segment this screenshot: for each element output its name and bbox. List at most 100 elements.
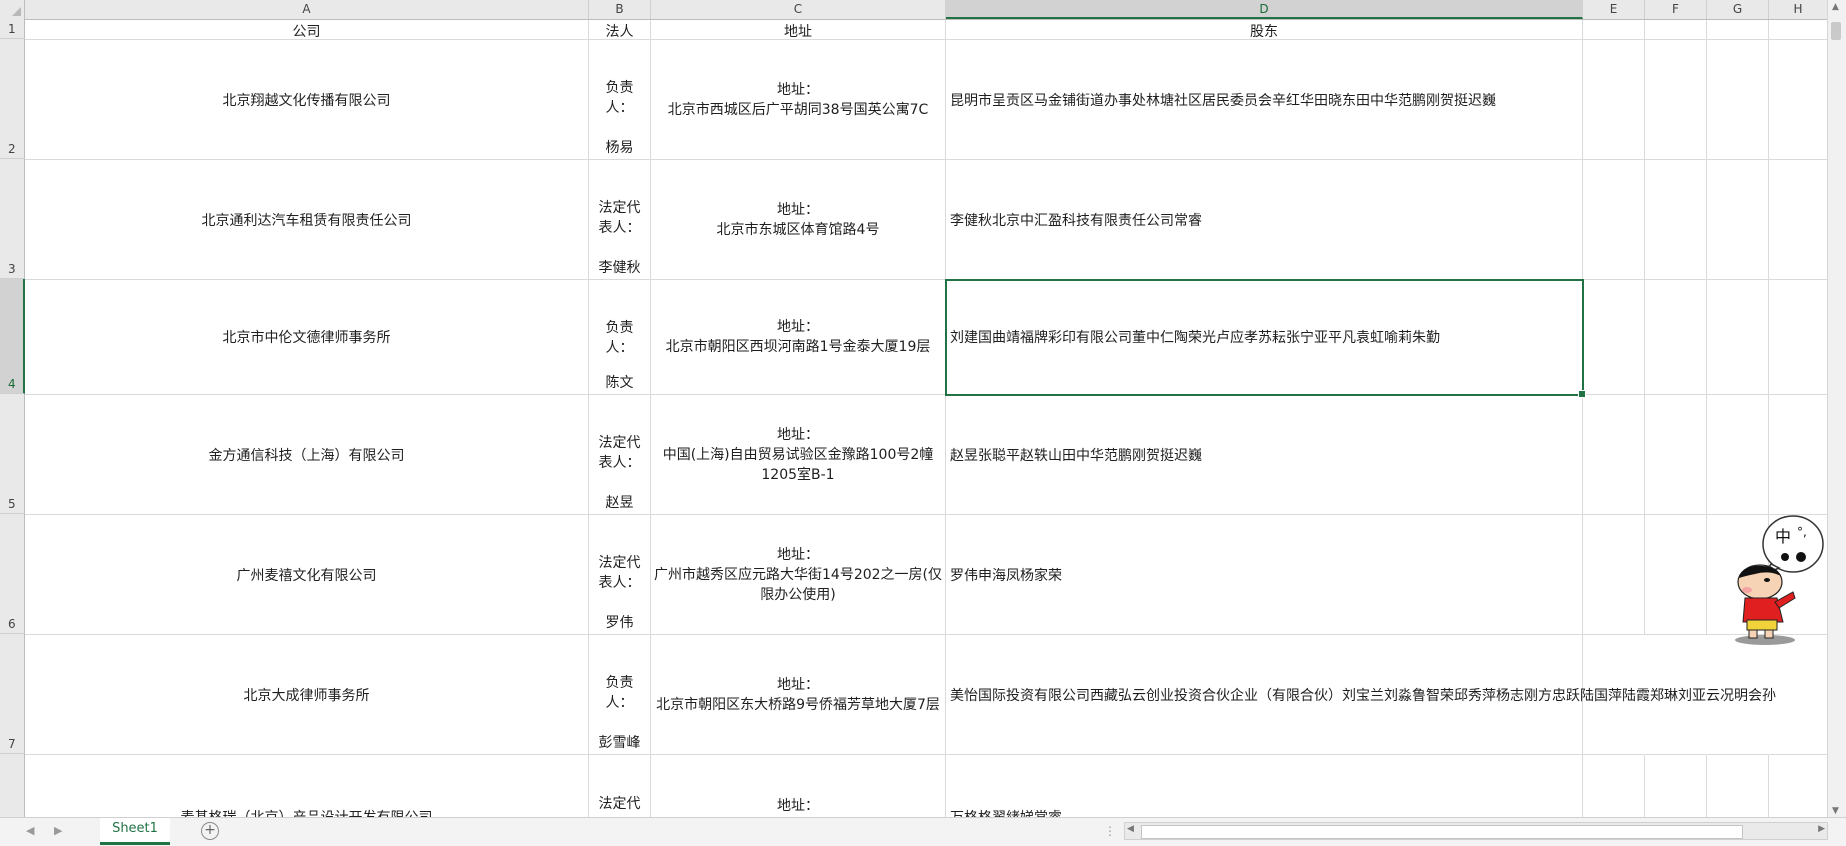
cell-g5[interactable] — [1707, 395, 1769, 515]
cell-f8[interactable] — [1645, 755, 1707, 818]
cell-h2[interactable] — [1769, 40, 1827, 160]
horizontal-scroll-thumb[interactable] — [1141, 825, 1743, 839]
cell-c8[interactable]: 地址： — [651, 755, 946, 818]
row-header-7[interactable]: 7 — [0, 634, 25, 754]
row-number: 1 — [8, 22, 16, 36]
cell-c3[interactable]: 地址： 北京市东城区体育馆路4号 — [651, 160, 946, 280]
address-label: 地址： — [777, 319, 819, 335]
cell-g7[interactable] — [1707, 635, 1769, 755]
scroll-down-icon[interactable]: ▼ — [1832, 806, 1839, 816]
cell-b2[interactable]: 负责人： 杨易 — [589, 40, 651, 160]
cell-b6[interactable]: 法定代表人： 罗伟 — [589, 515, 651, 635]
row-header-5[interactable]: 5 — [0, 394, 25, 514]
cell-a8[interactable]: 麦基格瑞（北京）产品设计开发有限公司 — [25, 755, 589, 818]
column-header-c[interactable]: C — [651, 0, 946, 19]
cell-b4[interactable]: 负责人： 陈文 — [589, 280, 651, 395]
vertical-scroll-thumb[interactable] — [1831, 22, 1841, 40]
cell-b1[interactable]: 法人 — [589, 20, 651, 40]
row-number: 4 — [8, 377, 16, 391]
column-header-g[interactable]: G — [1707, 0, 1769, 19]
cell-b5[interactable]: 法定代表人： 赵昱 — [589, 395, 651, 515]
scroll-up-icon[interactable]: ▲ — [1832, 2, 1839, 12]
column-header-e[interactable]: E — [1583, 0, 1645, 19]
prev-sheet-icon[interactable]: ◀ — [26, 824, 34, 837]
cell-e3[interactable] — [1583, 160, 1645, 280]
next-sheet-icon[interactable]: ▶ — [54, 824, 62, 837]
add-sheet-icon[interactable]: + — [201, 822, 219, 840]
select-all-button[interactable] — [0, 0, 25, 19]
cell-d8[interactable]: 万格格翟緖娣常睿 — [946, 755, 1583, 818]
cell-d2[interactable]: 昆明市呈贡区马金铺街道办事处林塘社区居民委员会辛红华田晓东田中华范鹏刚贺挺迟巍 — [946, 40, 1583, 160]
cell-a6[interactable]: 广州麦禧文化有限公司 — [25, 515, 589, 635]
cell-f7[interactable] — [1645, 635, 1707, 755]
cell-e8[interactable] — [1583, 755, 1645, 818]
cell-b8[interactable]: 法定代 — [589, 755, 651, 818]
cell-a2[interactable]: 北京翔越文化传播有限公司 — [25, 40, 589, 160]
cell-h3[interactable] — [1769, 160, 1827, 280]
scroll-right-icon[interactable]: ▶ — [1818, 824, 1825, 834]
cell-f5[interactable] — [1645, 395, 1707, 515]
person-name: 赵昱 — [605, 495, 634, 511]
cell-d6[interactable]: 罗伟申海凤杨家荣 — [946, 515, 1583, 635]
cell-e6[interactable] — [1583, 515, 1645, 635]
cell-b7[interactable]: 负责人： 彭雪峰 — [589, 635, 651, 755]
cell-a5[interactable]: 金方通信科技（上海）有限公司 — [25, 395, 589, 515]
cell-h8[interactable] — [1769, 755, 1827, 818]
scroll-left-icon[interactable]: ◀ — [1127, 824, 1134, 834]
cell-c5[interactable]: 地址： 中国(上海)自由贸易试验区金豫路100号2幢1205室B-1 — [651, 395, 946, 515]
row-header-4[interactable]: 4 — [0, 279, 25, 394]
cell-e2[interactable] — [1583, 40, 1645, 160]
cell-g4[interactable] — [1707, 280, 1769, 395]
cell-c2[interactable]: 地址： 北京市西城区后广平胡同38号国英公寓7C — [651, 40, 946, 160]
split-handle-icon[interactable]: ⋮ — [1104, 824, 1116, 838]
cell-f3[interactable] — [1645, 160, 1707, 280]
address-label: 地址： — [777, 676, 819, 693]
header-shareholder: 股东 — [1250, 24, 1278, 40]
horizontal-scrollbar[interactable]: ◀ ▶ — [1124, 822, 1828, 840]
sheet-tab-sheet1[interactable]: Sheet1 — [100, 818, 170, 845]
cell-f4[interactable] — [1645, 280, 1707, 395]
row-header-8[interactable] — [0, 754, 25, 818]
cell-e5[interactable] — [1583, 395, 1645, 515]
column-header-f[interactable]: F — [1645, 0, 1707, 19]
cell-h4[interactable] — [1769, 280, 1827, 395]
cell-g2[interactable] — [1707, 40, 1769, 160]
vertical-scrollbar[interactable]: ▲ ▼ — [1827, 0, 1846, 818]
cell-d4[interactable]: 刘建国曲靖福牌彩印有限公司董中仁陶荣光卢应孝苏耘张宁亚平凡袁虹喻莉朱勤 — [946, 280, 1583, 395]
cell-h7[interactable] — [1769, 635, 1827, 755]
column-header-h[interactable]: H — [1769, 0, 1828, 19]
cell-d1[interactable]: 股东 — [946, 20, 1583, 40]
column-header-b[interactable]: B — [589, 0, 651, 19]
cell-h1[interactable] — [1769, 20, 1827, 40]
cell-g1[interactable] — [1707, 20, 1769, 40]
column-header-d[interactable]: D — [946, 0, 1583, 19]
cell-e7[interactable] — [1583, 635, 1645, 755]
cell-e1[interactable] — [1583, 20, 1645, 40]
cell-d7[interactable]: 美怡国际投资有限公司西藏弘云创业投资合伙企业（有限合伙）刘宝兰刘淼鲁智荣邱秀萍杨… — [946, 635, 1776, 755]
cell-f1[interactable] — [1645, 20, 1707, 40]
row-header-3[interactable]: 3 — [0, 159, 25, 279]
person-name: 杨易 — [605, 140, 634, 156]
cell-f6[interactable] — [1645, 515, 1707, 635]
spreadsheet-grid[interactable]: 公司 法人 地址 股东 北京翔越文化传播有限公司 负责人： 杨易 地址： 北京市西城… — [25, 20, 1827, 818]
cell-a3[interactable]: 北京通利达汽车租赁有限责任公司 — [25, 160, 589, 280]
row-header-1[interactable]: 1 — [0, 19, 25, 39]
cell-a4[interactable]: 北京市中伦文德律师事务所 — [25, 280, 589, 395]
cell-a7[interactable]: 北京大成律师事务所 — [25, 635, 589, 755]
row-header-6[interactable]: 6 — [0, 514, 25, 634]
row-header-2[interactable]: 2 — [0, 39, 25, 159]
cell-c4[interactable]: 地址： 北京市朝阳区西坝河南路1号金泰大厦19层 — [651, 280, 946, 395]
cell-g8[interactable] — [1707, 755, 1769, 818]
cell-f2[interactable] — [1645, 40, 1707, 160]
cell-e4[interactable] — [1583, 280, 1645, 395]
cell-d3[interactable]: 李健秋北京中汇盈科技有限责任公司常睿 — [946, 160, 1583, 280]
cell-h5[interactable] — [1769, 395, 1827, 515]
cell-c7[interactable]: 地址： 北京市朝阳区东大桥路9号侨福芳草地大厦7层 — [651, 635, 946, 755]
cell-g3[interactable] — [1707, 160, 1769, 280]
column-header-a[interactable]: A — [25, 0, 589, 19]
cell-c6[interactable]: 地址： 广州市越秀区应元路大华街14号202之一房(仅限办公使用) — [651, 515, 946, 635]
cell-d5[interactable]: 赵昱张聪平赵轶山田中华范鹏刚贺挺迟巍 — [946, 395, 1583, 515]
cell-c1[interactable]: 地址 — [651, 20, 946, 40]
cell-b3[interactable]: 法定代表人： 李健秋 — [589, 160, 651, 280]
cell-a1[interactable]: 公司 — [25, 20, 589, 40]
